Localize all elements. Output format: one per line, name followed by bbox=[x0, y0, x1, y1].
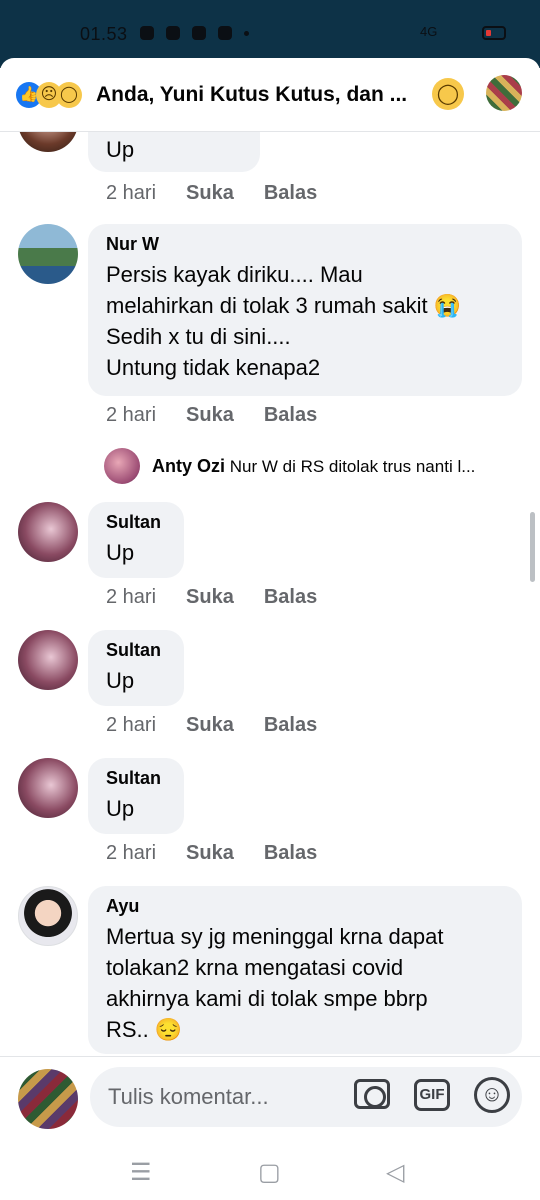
comment-text: Up bbox=[106, 668, 135, 693]
reply-button[interactable]: Balas bbox=[264, 714, 317, 737]
comment-author[interactable]: Sultan bbox=[106, 768, 166, 789]
facebook-notification-icon bbox=[140, 26, 154, 40]
comment-author[interactable]: Sultan bbox=[106, 512, 166, 533]
system-navigation-bar: ☰ ▢ ◁ bbox=[0, 1146, 540, 1200]
avatar[interactable] bbox=[486, 75, 522, 111]
comment-author[interactable]: Sultan bbox=[106, 640, 166, 661]
comment-text-line: Sedih x tu di sini.... bbox=[106, 324, 291, 349]
comment-text-line: tolakan2 krna mengatasi covid bbox=[106, 955, 404, 980]
like-button[interactable]: Suka bbox=[186, 182, 234, 205]
battery-icon bbox=[482, 26, 506, 40]
avatar[interactable] bbox=[18, 224, 78, 284]
network-indicator: 4G bbox=[420, 24, 438, 39]
comment-text-line: melahirkan di tolak 3 rumah sakit 😭 bbox=[106, 293, 462, 318]
reply-preview-text: Anty Ozi Nur W di RS ditolak trus nanti … bbox=[152, 456, 475, 477]
instagram-notification-icon bbox=[166, 26, 180, 40]
reactions-header[interactable]: 👍 ☹ ◯ Anda, Yuni Kutus Kutus, dan ... ◯ bbox=[0, 58, 540, 132]
tiktok-notification-icon bbox=[192, 26, 206, 40]
reply-snippet: Nur W di RS ditolak trus nanti l... bbox=[229, 457, 476, 476]
status-time: 01.53 bbox=[80, 24, 128, 44]
like-button[interactable]: Suka bbox=[186, 714, 234, 737]
reply-preview[interactable]: Anty Ozi Nur W di RS ditolak trus nanti … bbox=[104, 448, 524, 484]
reaction-summary[interactable]: 👍 ☹ ◯ bbox=[16, 82, 82, 108]
comment-text-line: Untung tidak kenapa2 bbox=[106, 355, 321, 380]
camera-icon[interactable] bbox=[354, 1079, 390, 1109]
reply-author: Anty Ozi bbox=[152, 456, 226, 476]
comment-author[interactable]: Nur W bbox=[106, 234, 504, 255]
comment-text: Up bbox=[106, 137, 135, 162]
reactions-title[interactable]: Anda, Yuni Kutus Kutus, dan ... bbox=[96, 83, 407, 107]
more-notifications-icon bbox=[244, 31, 249, 36]
comment-text-line: Mertua sy jg meninggal krna dapat bbox=[106, 924, 444, 949]
avatar[interactable] bbox=[18, 758, 78, 818]
back-icon[interactable]: ◁ bbox=[386, 1158, 404, 1187]
comment-actions: 2 hari Suka Balas bbox=[106, 404, 347, 427]
comment-bubble[interactable]: Sultan Up bbox=[88, 502, 184, 578]
reply-button[interactable]: Balas bbox=[264, 586, 317, 609]
gif-button[interactable]: GIF bbox=[414, 1079, 450, 1111]
home-icon[interactable]: ▢ bbox=[258, 1158, 281, 1187]
comment-time[interactable]: 2 hari bbox=[106, 182, 156, 205]
like-button[interactable]: Suka bbox=[186, 404, 234, 427]
avatar[interactable] bbox=[18, 502, 78, 562]
comments-list[interactable]: Up 2 hari Suka Balas Nur W Persis kayak … bbox=[0, 132, 540, 1056]
comment-text: Up bbox=[106, 540, 135, 565]
comment-author[interactable]: Ayu bbox=[106, 896, 504, 917]
comment-time[interactable]: 2 hari bbox=[106, 404, 156, 427]
comment-text-line: akhirnya kami di tolak smpe bbrp bbox=[106, 986, 428, 1011]
scrollbar[interactable] bbox=[530, 512, 535, 582]
avatar[interactable] bbox=[104, 448, 140, 484]
like-button[interactable]: Suka bbox=[186, 586, 234, 609]
emoji-icon[interactable]: ☺ bbox=[474, 1077, 510, 1113]
reply-button[interactable]: Balas bbox=[264, 182, 317, 205]
comment-time[interactable]: 2 hari bbox=[106, 714, 156, 737]
comment-actions: 2 hari Suka Balas bbox=[106, 586, 347, 609]
like-button[interactable]: Suka bbox=[186, 842, 234, 865]
comment-input-placeholder[interactable]: Tulis komentar... bbox=[108, 1084, 269, 1110]
avatar[interactable] bbox=[18, 132, 78, 152]
wow-icon: ◯ bbox=[56, 82, 82, 108]
recent-apps-icon[interactable]: ☰ bbox=[130, 1158, 152, 1187]
comment-actions: 2 hari Suka Balas bbox=[106, 842, 347, 865]
comment-actions: 2 hari Suka Balas bbox=[106, 714, 347, 737]
reply-button[interactable]: Balas bbox=[264, 842, 317, 865]
comment-text: Up bbox=[106, 796, 135, 821]
comment-input[interactable]: Tulis komentar... GIF ☺ bbox=[90, 1067, 522, 1127]
comment-time[interactable]: 2 hari bbox=[106, 586, 156, 609]
comment-text-line: RS.. 😔 bbox=[106, 1017, 183, 1042]
reply-button[interactable]: Balas bbox=[264, 404, 317, 427]
avatar[interactable] bbox=[18, 886, 78, 946]
messenger-notification-icon bbox=[218, 26, 232, 40]
comment-actions: 2 hari Suka Balas bbox=[106, 182, 347, 205]
comment-bubble[interactable]: Up bbox=[88, 132, 260, 172]
avatar[interactable] bbox=[18, 630, 78, 690]
comment-bubble[interactable]: Ayu Mertua sy jg meninggal krna dapat to… bbox=[88, 886, 522, 1054]
comment-text-line: Persis kayak diriku.... Mau bbox=[106, 262, 363, 287]
comment-bubble[interactable]: Sultan Up bbox=[88, 758, 184, 834]
comment-bubble[interactable]: Sultan Up bbox=[88, 630, 184, 706]
comment-time[interactable]: 2 hari bbox=[106, 842, 156, 865]
comment-composer: Tulis komentar... GIF ☺ bbox=[0, 1056, 540, 1146]
avatar[interactable] bbox=[18, 1069, 78, 1129]
wow-icon[interactable]: ◯ bbox=[432, 78, 464, 110]
comment-bubble[interactable]: Nur W Persis kayak diriku.... Mau melahi… bbox=[88, 224, 522, 396]
